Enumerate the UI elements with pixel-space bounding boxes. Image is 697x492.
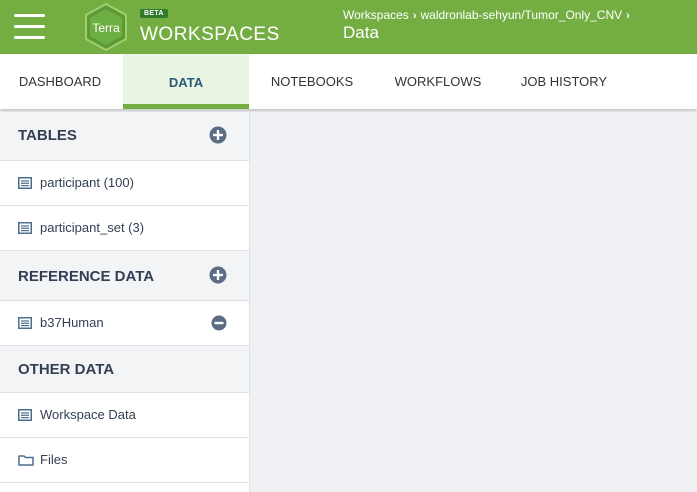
reference-title: REFERENCE DATA (18, 268, 155, 285)
tab-dashboard[interactable]: DASHBOARD (0, 54, 120, 109)
brand-title: WORKSPACES (140, 24, 280, 45)
breadcrumb-separator: › (626, 10, 630, 22)
reference-item-b37human[interactable]: b37Human (0, 301, 249, 346)
table-item-participant-set[interactable]: participant_set (3) (0, 206, 249, 251)
breadcrumb: Workspaces › waldronlab-sehyun/Tumor_Only_… (343, 8, 634, 22)
tab-bar: DASHBOARD DATA NOTEBOOKS WORKFLOWS JOB H… (0, 54, 697, 109)
beta-badge: BETA (140, 9, 168, 18)
tab-data[interactable]: DATA (123, 54, 249, 109)
table-icon (18, 177, 32, 189)
tab-workflows[interactable]: WORKFLOWS (378, 54, 498, 109)
tab-job-history[interactable]: JOB HISTORY (504, 54, 624, 109)
other-data-title: OTHER DATA (18, 361, 115, 378)
data-content-area (250, 112, 697, 492)
plus-circle-icon[interactable] (209, 266, 227, 284)
table-icon (18, 222, 32, 234)
tables-section-header[interactable]: TABLES (0, 112, 249, 161)
top-bar: Terra BETA WORKSPACES Workspaces › waldron… (0, 0, 697, 54)
table-icon (18, 409, 32, 421)
other-item-files[interactable]: Files (0, 438, 249, 483)
table-item-label: participant_set (3) (40, 220, 145, 235)
other-item-workspace-data[interactable]: Workspace Data (0, 393, 249, 438)
minus-circle-icon[interactable] (211, 315, 227, 331)
plus-circle-icon[interactable] (209, 126, 227, 144)
tab-notebooks[interactable]: NOTEBOOKS (252, 54, 372, 109)
breadcrumb-separator: › (412, 10, 417, 22)
other-item-label: Files (40, 452, 68, 467)
reference-item-label: b37Human (40, 315, 104, 330)
breadcrumb-workspace[interactable]: waldronlab-sehyun/Tumor_Only_CNV (420, 8, 622, 22)
table-item-participant[interactable]: participant (100) (0, 161, 249, 206)
terra-logo[interactable]: Terra (80, 2, 132, 52)
svg-text:Terra: Terra (92, 21, 120, 35)
other-data-section-header: OTHER DATA (0, 346, 249, 393)
table-icon (18, 317, 32, 329)
page-title: Data (343, 23, 379, 42)
folder-icon (18, 455, 34, 466)
other-item-label: Workspace Data (40, 407, 136, 422)
data-sidebar: TABLES participant (100) participant_set… (0, 112, 250, 492)
breadcrumb-workspaces[interactable]: Workspaces (343, 8, 409, 22)
table-item-label: participant (100) (40, 175, 134, 190)
tables-title: TABLES (18, 127, 77, 144)
hamburger-menu-icon[interactable] (14, 14, 45, 40)
reference-section-header[interactable]: REFERENCE DATA (0, 251, 249, 301)
